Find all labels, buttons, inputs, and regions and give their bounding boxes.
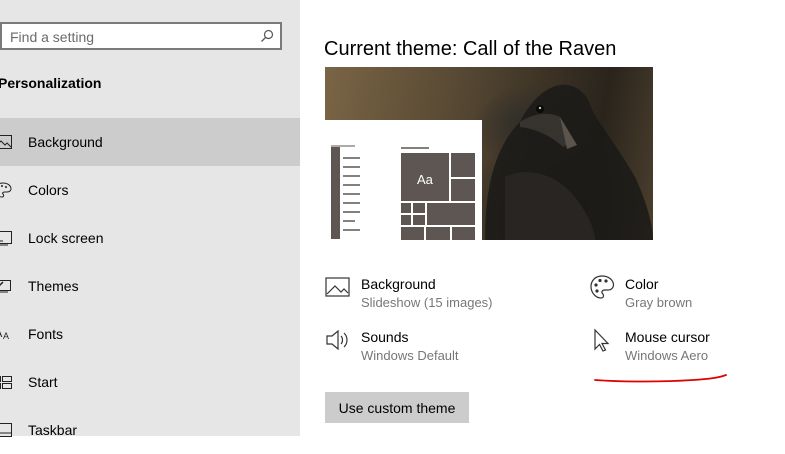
use-custom-theme-button[interactable]: Use custom theme	[325, 392, 469, 423]
raven-image	[485, 84, 653, 240]
setting-name: Color	[625, 276, 659, 292]
palette-icon	[0, 182, 12, 198]
setting-name: Mouse cursor	[625, 329, 710, 345]
image-icon	[0, 135, 12, 149]
preview-window-mockup: Aa	[325, 120, 482, 240]
theme-preview[interactable]: Aa	[325, 67, 653, 240]
sidebar-item-label: Background	[28, 134, 103, 150]
sidebar-item-label: Start	[28, 374, 58, 390]
sidebar-item-fonts[interactable]: A A Fonts	[0, 310, 300, 358]
setting-name: Background	[361, 276, 436, 292]
setting-sounds[interactable]: Sounds Windows Default	[325, 323, 565, 363]
setting-value: Windows Default	[361, 348, 459, 363]
lock-screen-icon	[0, 231, 12, 246]
tile-label: Aa	[417, 172, 433, 187]
section-title: Personalization	[0, 75, 102, 91]
sidebar-item-lock-screen[interactable]: Lock screen	[0, 214, 300, 262]
setting-color[interactable]: Color Gray brown	[589, 270, 785, 310]
search-input[interactable]: Find a setting	[10, 29, 94, 45]
cursor-icon	[594, 328, 610, 352]
themes-icon	[0, 280, 11, 293]
sidebar-item-label: Colors	[28, 182, 69, 198]
fonts-icon: A A	[0, 328, 9, 341]
setting-background[interactable]: Background Slideshow (15 images)	[325, 270, 565, 310]
setting-mouse-cursor[interactable]: Mouse cursor Windows Aero	[589, 323, 785, 363]
start-icon	[0, 376, 12, 389]
search-box[interactable]: Find a setting	[0, 22, 282, 50]
sidebar-item-label: Lock screen	[28, 230, 104, 246]
sidebar: Find a setting Personalization Backgroun…	[0, 0, 300, 438]
sidebar-item-taskbar[interactable]: Taskbar	[0, 406, 300, 454]
sidebar-item-colors[interactable]: Colors	[0, 166, 300, 214]
search-icon[interactable]	[260, 29, 274, 43]
sidebar-item-themes[interactable]: Themes	[0, 262, 300, 310]
speaker-icon	[326, 329, 348, 351]
setting-value: Windows Aero	[625, 348, 709, 363]
setting-value: Gray brown	[625, 295, 693, 310]
sidebar-item-background[interactable]: Background	[0, 118, 300, 166]
sidebar-item-start[interactable]: Start	[0, 358, 300, 406]
svg-text:A: A	[3, 331, 9, 341]
sidebar-item-label: Fonts	[28, 326, 64, 342]
annotation-underline	[594, 374, 727, 383]
setting-name: Sounds	[361, 329, 409, 345]
palette-icon	[590, 275, 615, 299]
sidebar-item-label: Themes	[28, 278, 79, 294]
setting-value: Slideshow (15 images)	[361, 295, 493, 310]
page-title: Current theme: Call of the Raven	[324, 38, 617, 61]
image-icon	[325, 277, 350, 297]
